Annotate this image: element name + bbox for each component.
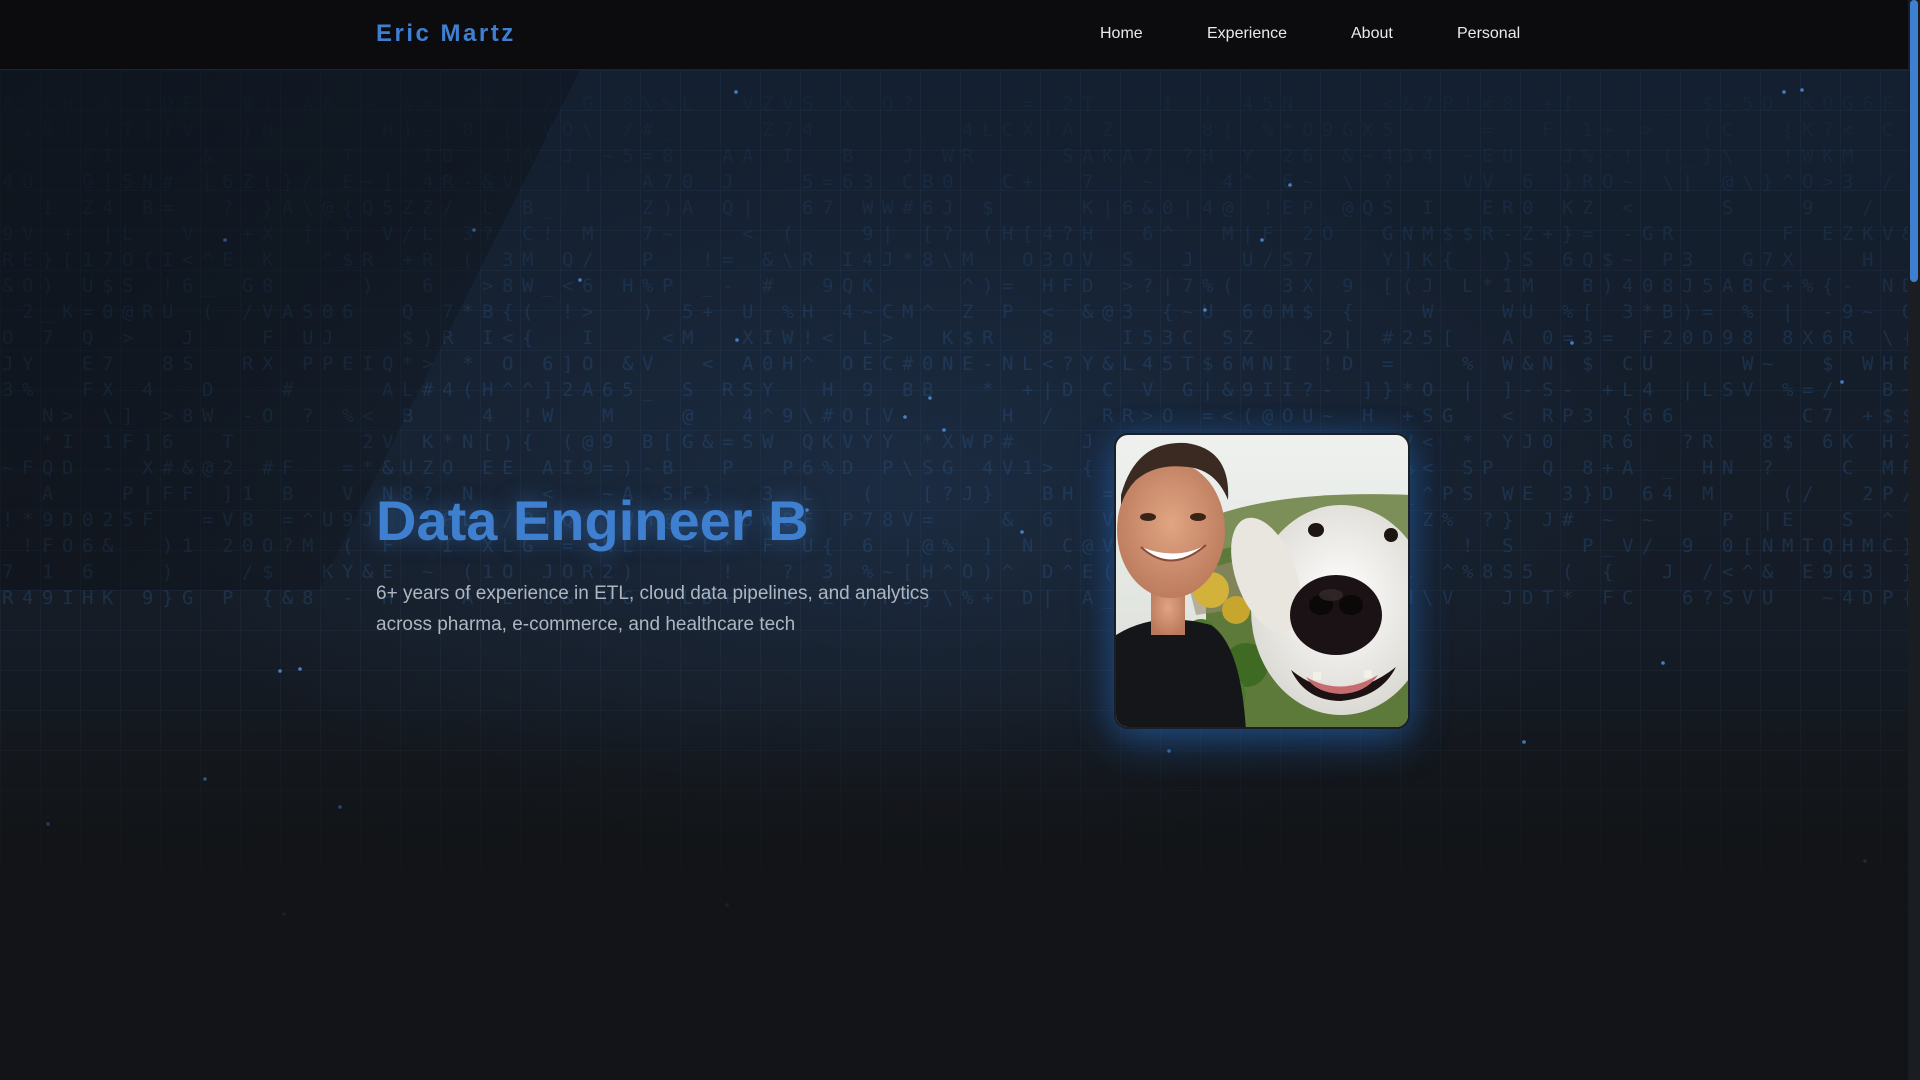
nav-link-experience[interactable]: Experience <box>1207 25 1287 43</box>
profile-photo-with-dog-icon <box>1116 435 1408 727</box>
hero-title: Data Engineer B <box>376 489 809 552</box>
scrollbar-thumb[interactable] <box>1910 0 1918 282</box>
profile-photo <box>1114 433 1410 729</box>
site-brand[interactable]: Eric Martz <box>376 20 516 48</box>
nav-link-home[interactable]: Home <box>1100 25 1143 43</box>
hero-subtitle: 6+ years of experience in ETL, cloud dat… <box>376 583 929 635</box>
nav-link-personal[interactable]: Personal <box>1457 25 1520 43</box>
background-fade <box>0 70 1908 1080</box>
portfolio-page: 849R&OJ3~!7R1UVEO2Y%F*!4{0I})_7N*QA9F19H… <box>0 0 1920 1080</box>
top-navbar: Eric Martz Home Experience About Persona… <box>0 0 1908 70</box>
page-scrollbar[interactable] <box>1908 0 1920 1080</box>
nav-link-about[interactable]: About <box>1351 25 1393 43</box>
